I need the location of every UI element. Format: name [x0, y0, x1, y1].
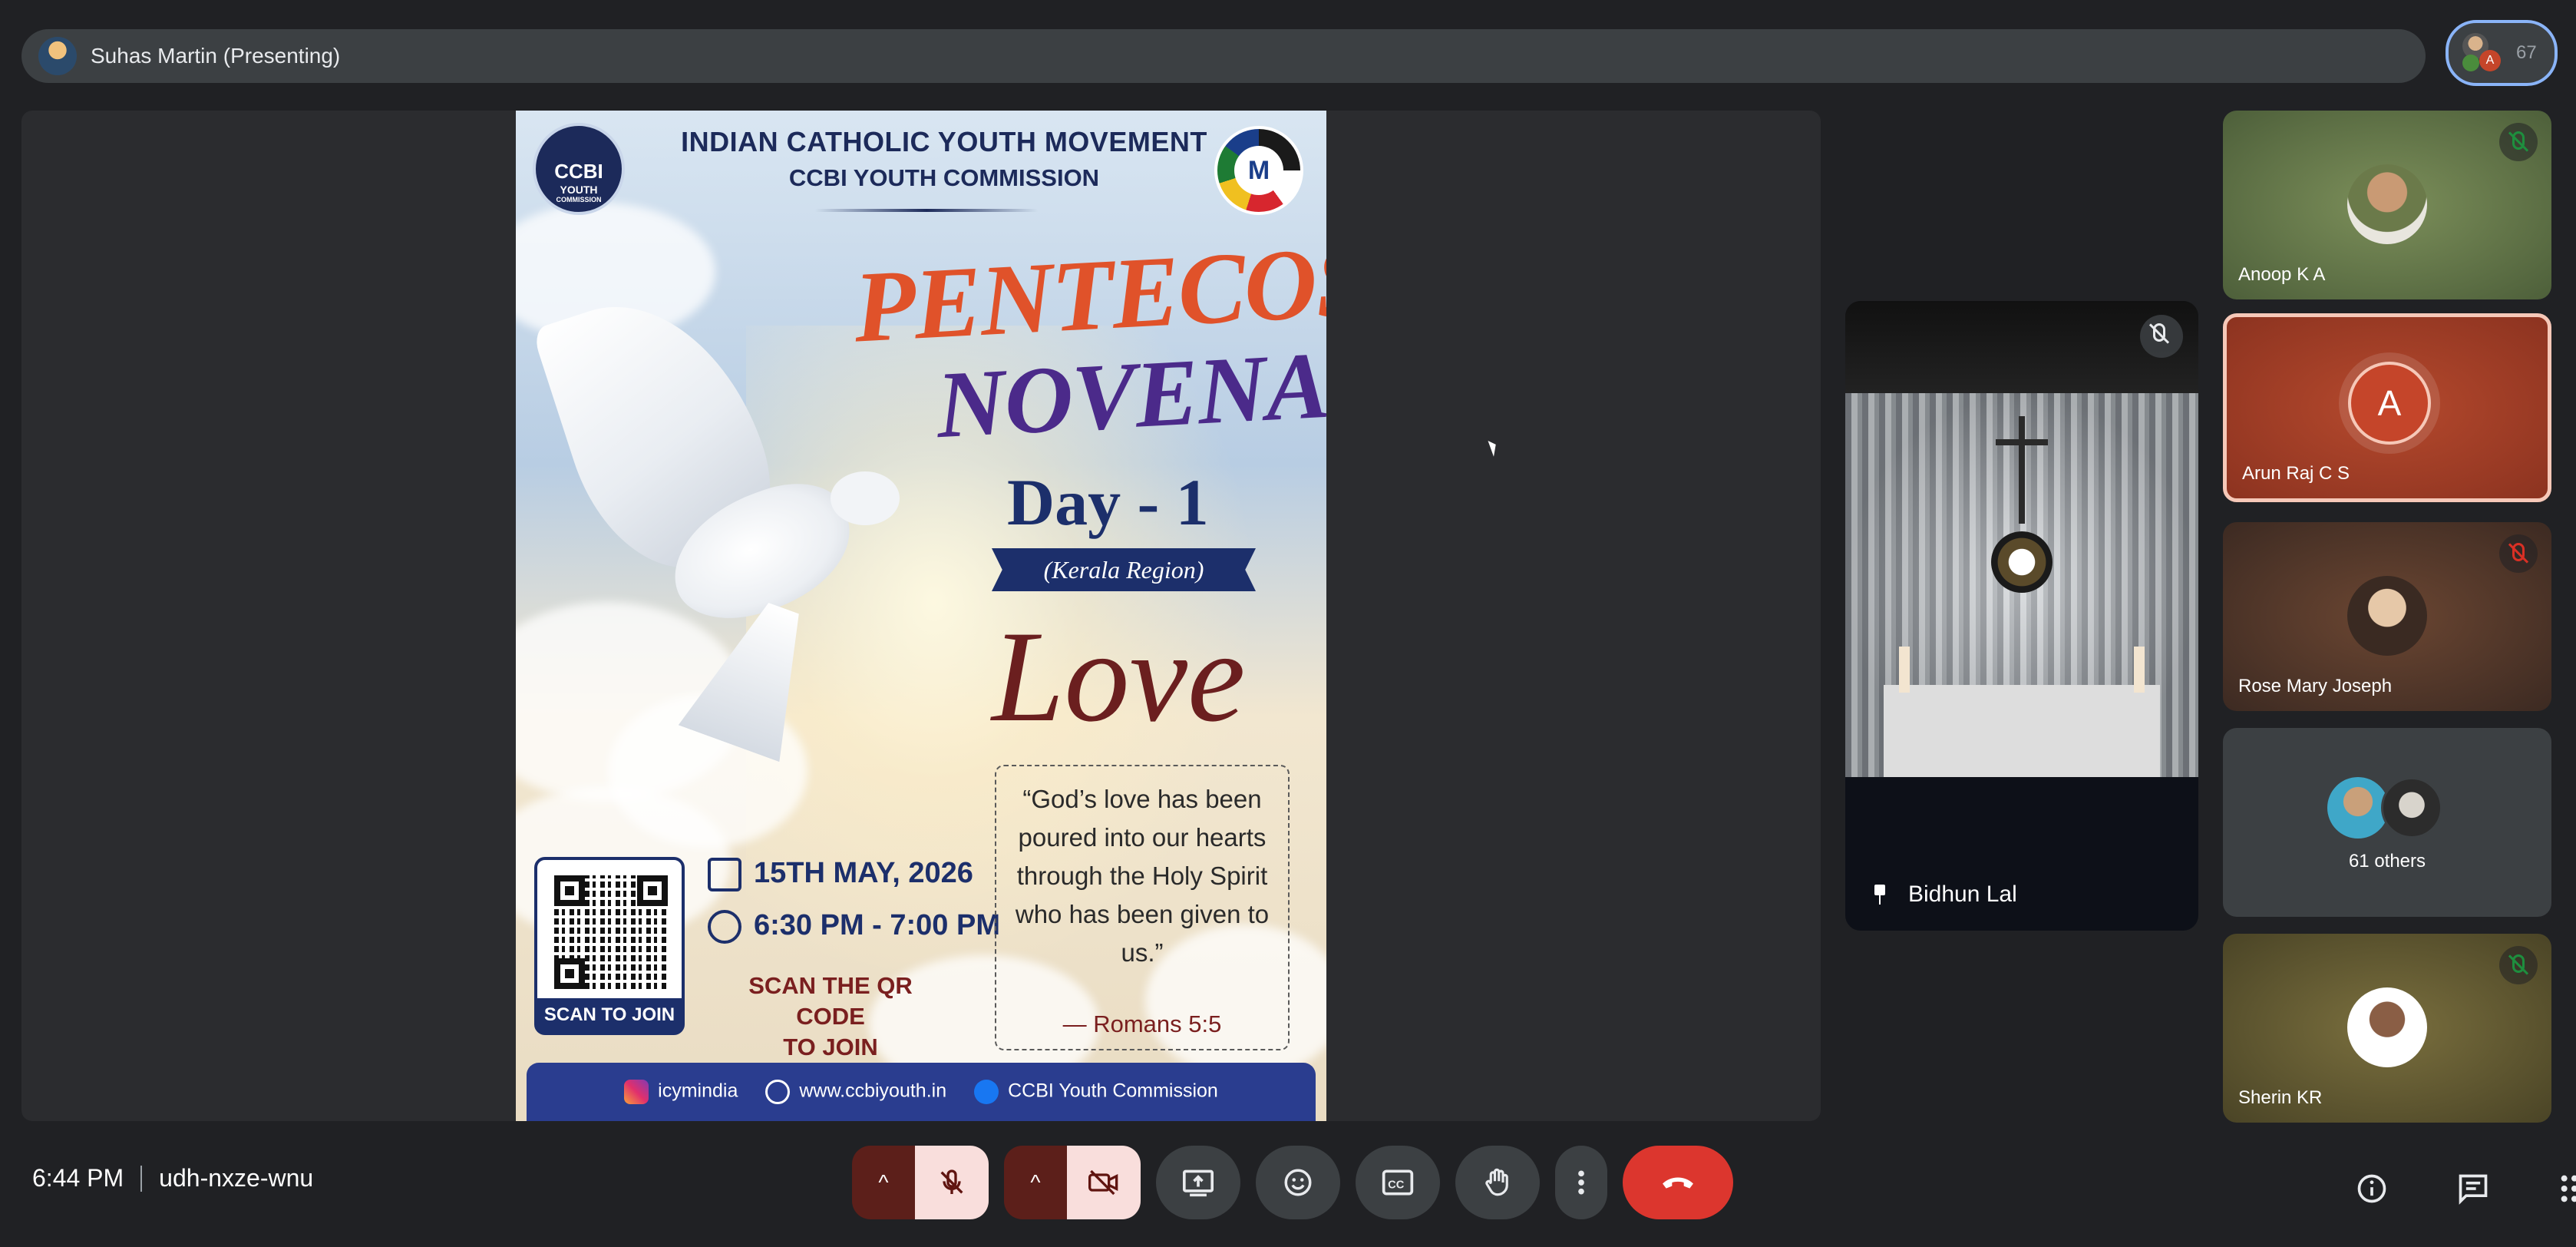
call-controls: ^ ^ CC — [852, 1146, 1733, 1219]
divider — [140, 1165, 143, 1192]
camera-control: ^ — [1004, 1146, 1141, 1219]
meeting-details-button[interactable] — [2341, 1158, 2403, 1219]
chevron-up-icon: ^ — [878, 1170, 889, 1194]
svg-text:CC: CC — [1388, 1179, 1405, 1191]
clock-icon — [708, 909, 741, 944]
hang-up-icon — [1663, 1177, 1693, 1189]
qr-code: SCAN TO JOIN — [534, 857, 685, 1035]
avatar — [2347, 576, 2427, 656]
camera-toggle-button[interactable] — [1067, 1146, 1141, 1219]
participant-tile[interactable]: Anoop K A — [2223, 111, 2551, 299]
chevron-up-icon: ^ — [1030, 1170, 1041, 1194]
instagram-icon — [624, 1080, 649, 1104]
poster-footer: icymindia www.ccbiyouth.in CCBI Youth Co… — [527, 1063, 1316, 1121]
poster-org-line2: CCBI YOUTH COMMISSION — [788, 164, 1100, 191]
poster-date: 15TH MAY, 2026 — [708, 857, 973, 891]
raise-hand-button[interactable] — [1455, 1146, 1540, 1219]
presenter-avatar — [38, 37, 77, 75]
avatar — [2347, 164, 2427, 244]
instagram-handle: icymindia — [624, 1080, 738, 1104]
presentation-stage: CCBI YOUTH COMMISSION M INDIAN CATHOLIC … — [21, 111, 1821, 1121]
calendar-icon — [708, 857, 741, 891]
mic-off-icon — [940, 1169, 963, 1194]
participant-name: Arun Raj C S — [2242, 463, 2350, 484]
present-screen-icon — [1183, 1169, 1214, 1197]
meet-window: Suhas Martin (Presenting) A 67 CCBI YOUT… — [0, 0, 2576, 1247]
leave-call-button[interactable] — [1623, 1146, 1733, 1219]
side-panel-buttons — [2341, 1158, 2576, 1219]
poster-quote: “God’s love has been poured into our hea… — [1015, 785, 1270, 967]
poster-day: Day - 1 — [1007, 465, 1209, 539]
poster-divider — [815, 209, 1038, 212]
muted-mic-icon — [2499, 123, 2538, 161]
meeting-code: udh-nxze-wnu — [159, 1164, 314, 1192]
raise-hand-icon — [1485, 1168, 1508, 1196]
poster-region-banner: (Kerala Region) — [992, 548, 1256, 591]
globe-icon — [765, 1080, 791, 1104]
crucifix — [2019, 416, 2025, 524]
poster-theme: Love — [992, 604, 1246, 749]
other-participants-tile[interactable]: 61 others — [2223, 728, 2551, 917]
captions-icon: CC — [1382, 1169, 1414, 1196]
poster-title-novena: NOVENA — [933, 332, 1326, 458]
participants-button[interactable]: A 67 — [2446, 20, 2558, 86]
candle — [1899, 647, 1910, 693]
website: www.ccbiyouth.in — [765, 1080, 946, 1104]
participant-tile-active-speaker[interactable]: A Arun Raj C S — [2223, 313, 2551, 502]
participant-avatars: A — [2462, 31, 2505, 74]
chat-button[interactable] — [2442, 1158, 2504, 1219]
dove-head — [831, 471, 900, 525]
more-options-button[interactable] — [1555, 1146, 1607, 1219]
microphone-control: ^ — [852, 1146, 989, 1219]
microphone-toggle-button[interactable] — [915, 1146, 989, 1219]
info-icon — [2357, 1174, 2386, 1203]
audio-settings-button[interactable]: ^ — [852, 1146, 915, 1219]
participant-name: Sherin KR — [2238, 1087, 2323, 1108]
reactions-button[interactable] — [1256, 1146, 1340, 1219]
qr-label: SCAN TO JOIN — [537, 998, 682, 1032]
altar — [1884, 685, 2160, 777]
poster-time: 6:30 PM - 7:00 PM — [708, 909, 1000, 944]
pinned-participant-name: Bidhun Lal — [1873, 882, 2017, 908]
participant-name: Rose Mary Joseph — [2238, 676, 2393, 696]
poster-quote-box: “God’s love has been poured into our hea… — [995, 765, 1290, 1050]
avatar — [2381, 777, 2442, 838]
poster-scan-instruction: SCAN THE QR CODE TO JOIN — [748, 972, 913, 1060]
participant-name: Anoop K A — [2238, 264, 2326, 285]
pin-icon — [1873, 885, 1887, 905]
avatar: A — [2348, 362, 2431, 445]
others-count: 61 others — [2348, 851, 2426, 872]
video-settings-button[interactable]: ^ — [1004, 1146, 1067, 1219]
apps-grid-icon — [2561, 1175, 2576, 1202]
present-button[interactable] — [1156, 1146, 1240, 1219]
participant-tile[interactable]: Sherin KR — [2223, 934, 2551, 1123]
pinned-participant-tile[interactable]: Bidhun Lal — [1845, 301, 2198, 931]
muted-mic-icon — [2140, 315, 2183, 358]
presenter-bar[interactable]: Suhas Martin (Presenting) — [21, 29, 2426, 83]
muted-mic-icon — [2499, 946, 2538, 984]
more-vert-icon — [1578, 1170, 1584, 1195]
muted-mic-icon — [2499, 534, 2538, 573]
participant-avatar: A — [2479, 50, 2501, 71]
chat-icon — [2459, 1174, 2488, 1205]
presented-poster: CCBI YOUTH COMMISSION M INDIAN CATHOLIC … — [516, 111, 1326, 1121]
participant-tile[interactable]: Rose Mary Joseph — [2223, 522, 2551, 711]
meeting-time: 6:44 PM — [32, 1164, 124, 1192]
avatar — [2327, 777, 2389, 838]
participant-avatar — [2462, 55, 2479, 71]
facebook-icon — [974, 1080, 999, 1104]
candle — [2134, 647, 2145, 693]
presenter-name: Suhas Martin (Presenting) — [91, 44, 341, 68]
monstrance — [1991, 531, 2053, 593]
captions-button[interactable]: CC — [1356, 1146, 1440, 1219]
camera-off-icon — [1088, 1169, 1118, 1196]
participant-count: 67 — [2516, 42, 2537, 63]
meeting-info: 6:44 PM udh-nxze-wnu — [32, 1164, 313, 1192]
activities-button[interactable] — [2544, 1158, 2576, 1219]
avatar — [2347, 987, 2427, 1067]
poster-org-line1: INDIAN CATHOLIC YOUTH MOVEMENT — [681, 126, 1207, 157]
facebook-page: CCBI Youth Commission — [974, 1080, 1218, 1104]
emoji-icon — [1284, 1169, 1312, 1196]
poster-quote-reference: — Romans 5:5 — [1062, 1011, 1222, 1037]
